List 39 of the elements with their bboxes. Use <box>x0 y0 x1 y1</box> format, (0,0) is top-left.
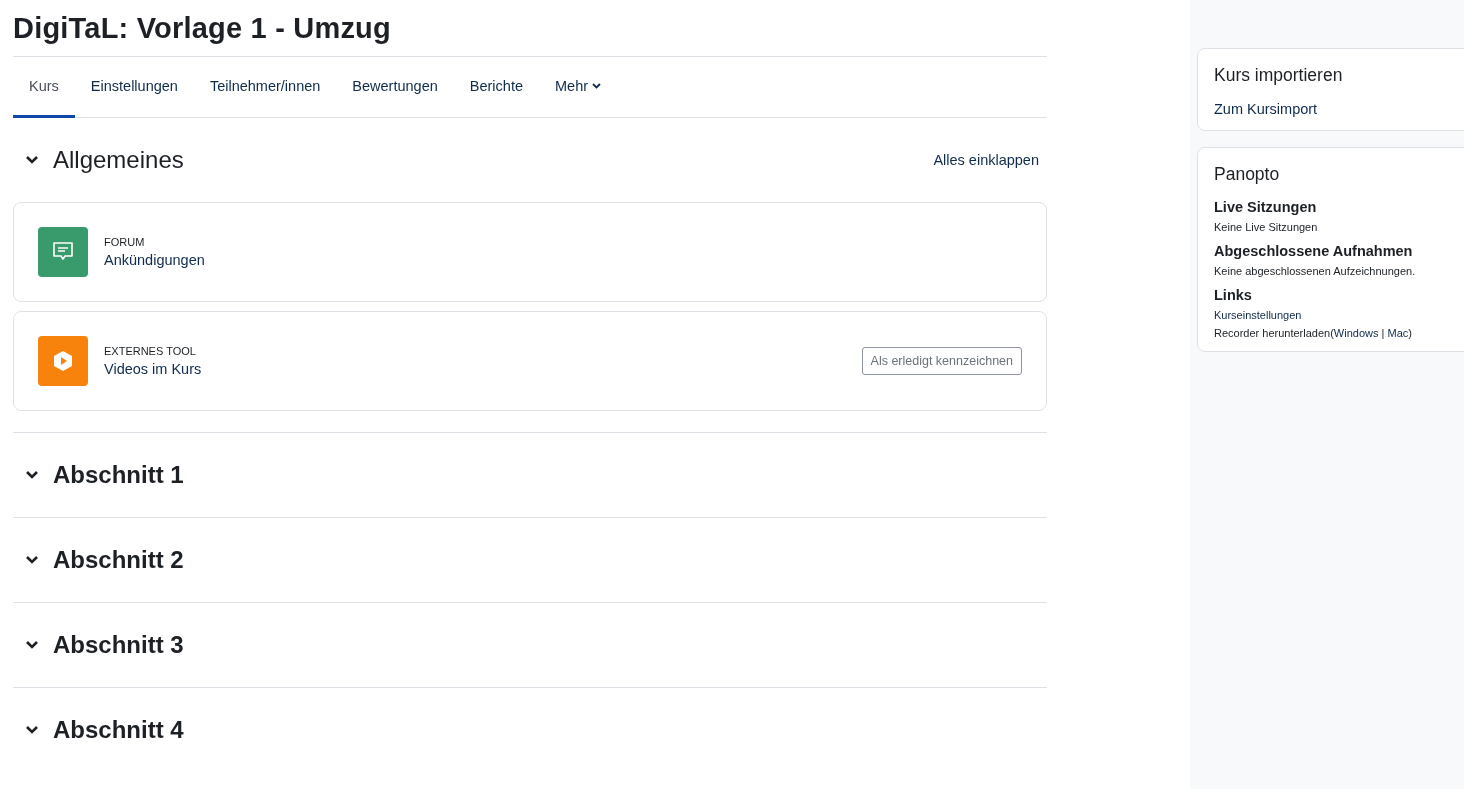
block-text: Keine Live Sitzungen <box>1214 221 1319 233</box>
mark-done-button[interactable]: Als erledigt kennzeichnen <box>861 347 1022 375</box>
link-separator: | <box>1381 327 1385 339</box>
section-title: Allgemeines <box>53 146 185 174</box>
block-subheading: Links <box>1214 287 1253 303</box>
section-title: Abschnitt 3 <box>53 631 185 659</box>
activity-link[interactable]: Ankündigungen <box>104 252 1022 268</box>
nav-tab[interactable]: Kurs <box>13 57 75 118</box>
mac-link[interactable]: Mac <box>1387 327 1409 339</box>
recorder-text: ) <box>1408 327 1412 339</box>
settings-link[interactable]: Kurseinstellungen <box>1214 309 1302 321</box>
chevron-down-icon[interactable] <box>25 470 39 480</box>
course-title: DigiTaL: Vorlage 1 - Umzug <box>13 12 392 46</box>
import-link[interactable]: Zum Kursimport <box>1214 101 1318 117</box>
chevron-down-icon[interactable] <box>25 640 39 650</box>
chevron-down-icon[interactable] <box>25 555 39 565</box>
windows-link[interactable]: Windows <box>1333 327 1379 339</box>
activity-link[interactable]: Videos im Kurs <box>104 361 862 377</box>
activity-type: EXTERNES TOOL <box>104 345 197 357</box>
chevron-down-icon[interactable] <box>25 725 39 735</box>
nav-tab[interactable]: Berichte <box>453 57 539 118</box>
nav-tab[interactable]: Mehr <box>539 57 618 118</box>
block-text: Keine abgeschlossenen Aufzeichnungen. <box>1214 265 1417 277</box>
collapse-all-link[interactable]: Alles einklappen <box>933 152 1039 168</box>
activity-type: FORUM <box>104 236 146 248</box>
block-subheading: Abgeschlossene Aufnahmen <box>1214 243 1414 259</box>
nav-tab[interactable]: Teilnehmer/innen <box>193 57 337 118</box>
block-title: Panopto <box>1214 164 1281 185</box>
forum-icon <box>38 227 88 277</box>
block-title: Kurs importieren <box>1214 65 1344 86</box>
section-title: Abschnitt 4 <box>53 716 185 744</box>
section-title: Abschnitt 2 <box>53 546 185 574</box>
recorder-text: Recorder herunterladen( <box>1214 327 1334 339</box>
chevron-down-icon[interactable] <box>25 155 39 165</box>
play-icon <box>38 336 88 386</box>
section-title: Abschnitt 1 <box>53 461 185 489</box>
block-subheading: Live Sitzungen <box>1214 199 1318 215</box>
nav-tab[interactable]: Bewertungen <box>336 57 454 118</box>
nav-tab[interactable]: Einstellungen <box>74 57 194 118</box>
